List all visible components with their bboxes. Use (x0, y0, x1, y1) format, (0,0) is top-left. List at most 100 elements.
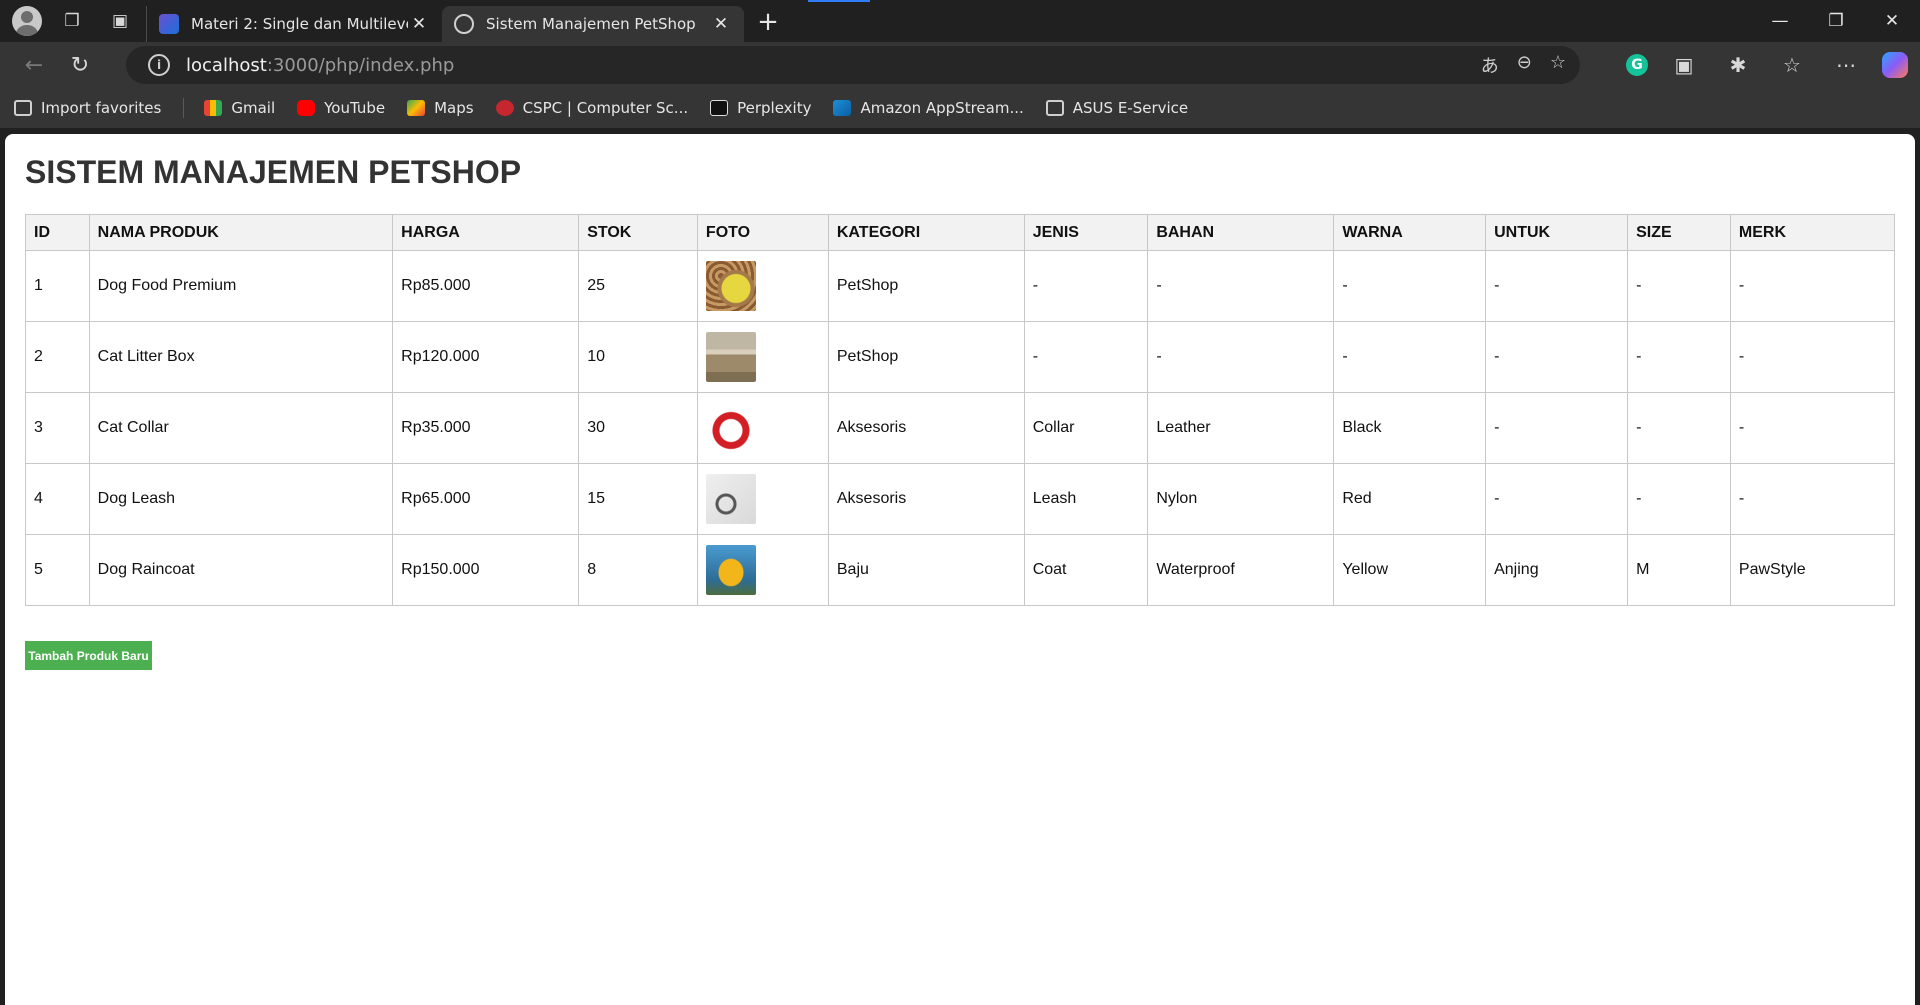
cell-foto (696, 392, 829, 464)
cell-id: 2 (25, 321, 90, 393)
workspaces-icon[interactable]: ❐ (56, 5, 88, 37)
grammarly-icon[interactable]: G (1626, 54, 1648, 76)
cell-foto (696, 250, 829, 322)
bookmark-cspc[interactable]: CSPC | Computer Sc... (495, 99, 688, 117)
close-window-icon[interactable]: ✕ (1864, 0, 1920, 42)
table-header-row: ID NAMA PRODUK HARGA STOK FOTO KATEGORI … (25, 214, 1896, 251)
more-menu-icon[interactable]: ⋯ (1828, 47, 1864, 83)
cell-warna: - (1333, 250, 1487, 322)
window-controls: — ❐ ✕ (1752, 0, 1920, 42)
cell-jenis: Collar (1023, 392, 1149, 464)
cell-harga: Rp35.000 (392, 392, 580, 464)
bookmark-youtube[interactable]: YouTube (297, 99, 385, 117)
collar-photo (705, 403, 756, 453)
col-header-nama: NAMA PRODUK (88, 214, 394, 251)
cell-untuk: Anjing (1485, 534, 1629, 606)
bookmark-aws[interactable]: Amazon AppStream... (833, 99, 1024, 117)
cell-merk: - (1729, 392, 1896, 464)
cell-warna: Yellow (1333, 534, 1487, 606)
cell-stok: 10 (578, 321, 698, 393)
bookmark-label: Gmail (231, 99, 276, 117)
bookmark-gmail[interactable]: Gmail (204, 99, 275, 117)
bookmark-asus[interactable]: ASUS E-Service (1045, 99, 1188, 117)
favorite-star-icon[interactable]: ☆ (1550, 52, 1566, 78)
folder-icon (1045, 100, 1064, 116)
globe-favicon-icon (454, 14, 474, 34)
extension-icons: G ▣ ✱ ☆ ⋯ (1626, 47, 1908, 83)
url-path: :3000/php/index.php (266, 54, 455, 76)
add-product-button[interactable]: Tambah Produk Baru (25, 641, 152, 670)
cell-merk: - (1729, 463, 1896, 535)
cell-nama: Dog Leash (88, 463, 394, 535)
cell-bahan: Waterproof (1147, 534, 1335, 606)
tab-title: Sistem Manajemen PetShop (486, 15, 696, 33)
tab-actions-icon[interactable]: ▣ (104, 5, 136, 37)
cell-jenis: - (1023, 250, 1149, 322)
bookmark-perplexity[interactable]: Perplexity (710, 99, 811, 117)
minimize-icon[interactable]: — (1752, 0, 1808, 42)
cell-nama: Cat Collar (88, 392, 394, 464)
address-bar-actions: あ ⊖ ☆ (1481, 52, 1566, 78)
cell-warna: - (1333, 321, 1487, 393)
tab-petshop[interactable]: Sistem Manajemen PetShop ✕ (442, 6, 744, 42)
gmail-icon (204, 100, 223, 116)
cell-stok: 25 (578, 250, 698, 322)
back-arrow-icon[interactable]: ← (14, 45, 54, 85)
cell-id: 4 (25, 463, 90, 535)
refresh-icon[interactable]: ↻ (60, 45, 100, 85)
bookmark-maps[interactable]: Maps (407, 99, 474, 117)
cell-kategori: PetShop (827, 321, 1025, 393)
cell-size: - (1627, 250, 1731, 322)
products-table: ID NAMA PRODUK HARGA STOK FOTO KATEGORI … (25, 214, 1896, 606)
cell-bahan: - (1147, 321, 1335, 393)
col-header-id: ID (25, 214, 90, 251)
profile-avatar-icon[interactable] (12, 6, 42, 36)
cell-kategori: Baju (827, 534, 1025, 606)
cell-bahan: Leather (1147, 392, 1335, 464)
cell-harga: Rp150.000 (392, 534, 580, 606)
cell-warna: Red (1333, 463, 1487, 535)
table-row: 5 Dog Raincoat Rp150.000 8 Baju Coat Wat… (25, 534, 1896, 606)
cell-size: - (1627, 321, 1731, 393)
col-header-foto: FOTO (696, 214, 829, 251)
cell-stok: 30 (578, 392, 698, 464)
new-tab-plus-icon[interactable]: + (748, 7, 788, 37)
zoom-out-icon[interactable]: ⊖ (1517, 52, 1532, 78)
cell-nama: Cat Litter Box (88, 321, 394, 393)
cell-bahan: - (1147, 250, 1335, 322)
cell-kategori: PetShop (827, 250, 1025, 322)
table-row: 3 Cat Collar Rp35.000 30 Aksesoris Colla… (25, 392, 1896, 464)
cell-harga: Rp120.000 (392, 321, 580, 393)
raincoat-photo (705, 545, 756, 595)
site-info-icon[interactable]: i (148, 54, 170, 76)
cell-merk: - (1729, 250, 1896, 322)
copilot-icon[interactable] (1882, 52, 1908, 78)
url-text[interactable]: localhost:3000/php/index.php (186, 55, 454, 76)
bookmarks-bar: Import favorites Gmail YouTube Maps CSPC… (0, 88, 1920, 128)
cell-size: M (1627, 534, 1731, 606)
read-aloud-icon[interactable]: あ (1481, 52, 1499, 78)
cell-untuk: - (1485, 321, 1629, 393)
tab-materi[interactable]: Materi 2: Single dan Multilevel Inh ✕ (146, 6, 442, 42)
bookmark-label: Maps (434, 99, 474, 117)
restore-icon[interactable]: ❐ (1808, 0, 1864, 42)
cell-kategori: Aksesoris (827, 392, 1025, 464)
page-title: SISTEM MANAJEMEN PETSHOP (25, 154, 522, 190)
cell-kategori: Aksesoris (827, 463, 1025, 535)
tab-close-icon[interactable]: ✕ (710, 14, 732, 34)
cell-size: - (1627, 392, 1731, 464)
cell-jenis: Coat (1023, 534, 1149, 606)
cell-untuk: - (1485, 463, 1629, 535)
course-favicon-icon (159, 14, 179, 34)
cell-merk: PawStyle (1729, 534, 1896, 606)
screenshot-extension-icon[interactable]: ▣ (1666, 47, 1702, 83)
maps-icon (407, 100, 426, 116)
tab-close-icon[interactable]: ✕ (408, 14, 430, 34)
address-bar[interactable]: i localhost:3000/php/index.php あ ⊖ ☆ (126, 46, 1580, 84)
cell-harga: Rp65.000 (392, 463, 580, 535)
bookmark-import-favorites[interactable]: Import favorites (14, 99, 161, 117)
leash-photo (705, 474, 756, 524)
col-header-jenis: JENIS (1023, 214, 1149, 251)
favorites-list-icon[interactable]: ☆ (1774, 47, 1810, 83)
extensions-puzzle-icon[interactable]: ✱ (1720, 47, 1756, 83)
